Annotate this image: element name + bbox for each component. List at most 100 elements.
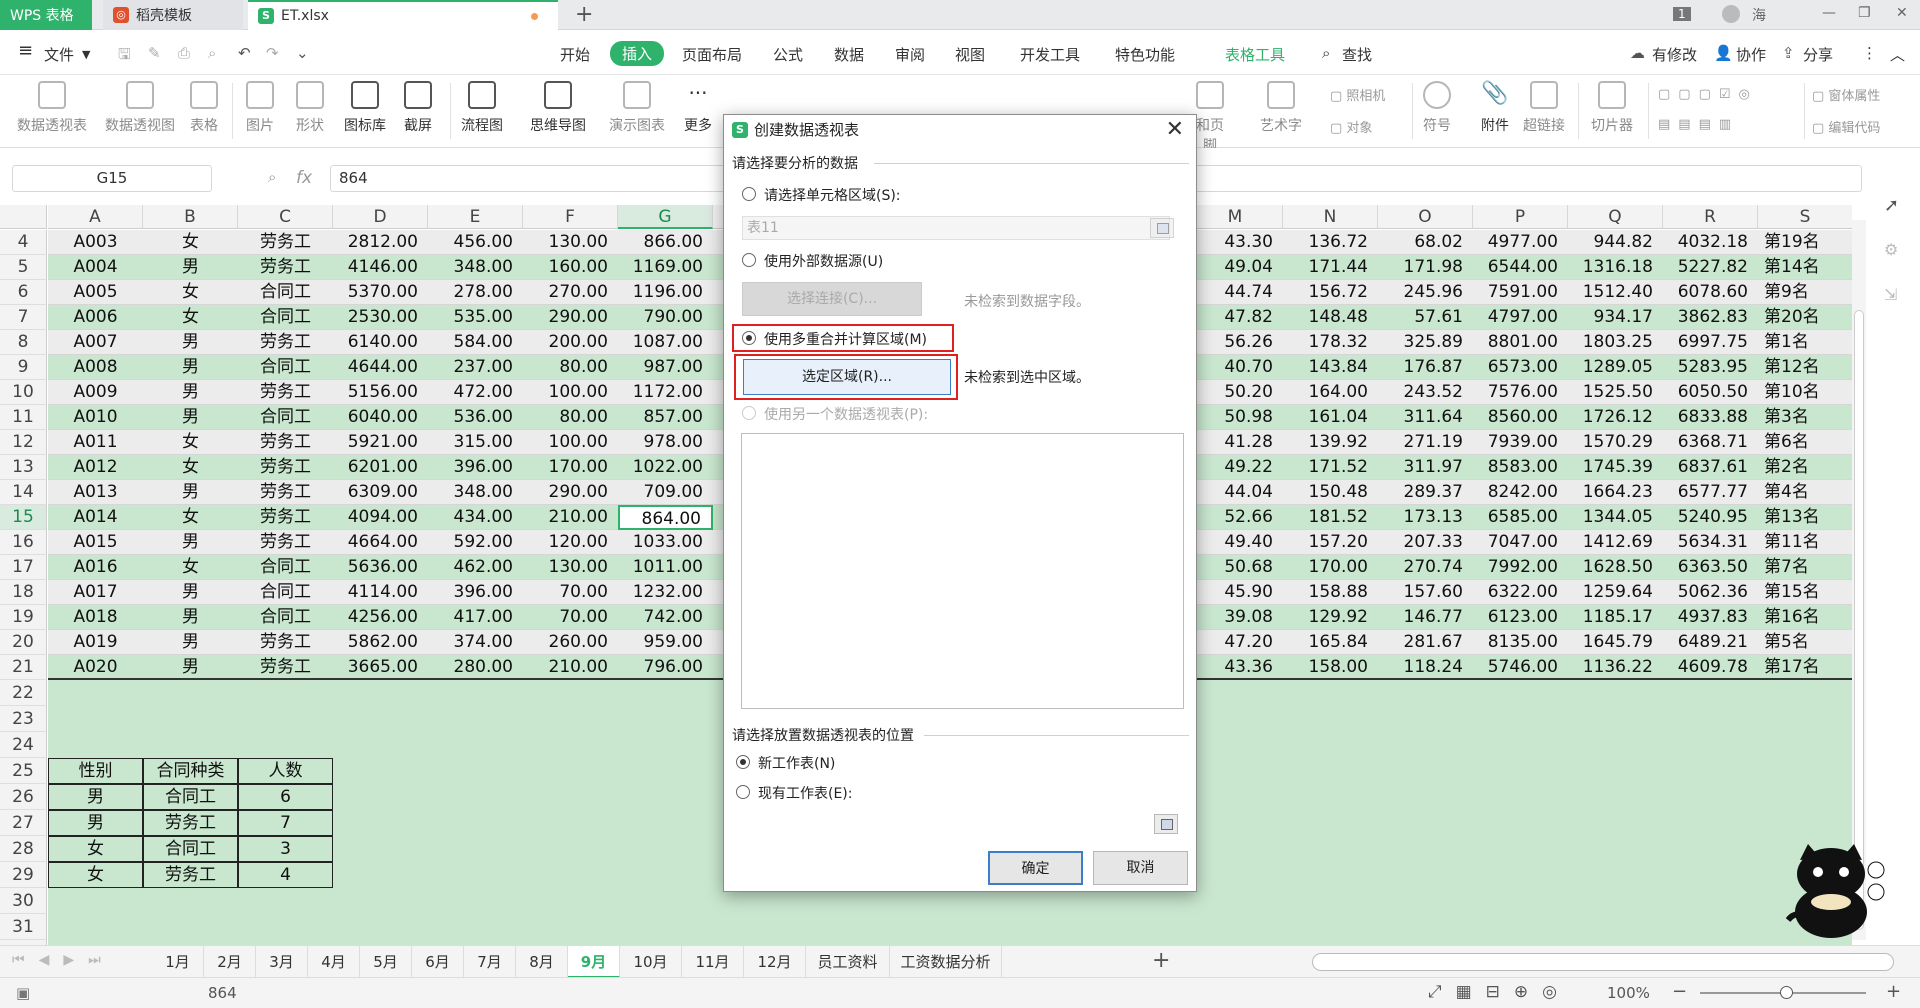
table-cell[interactable]: 合同工 [238, 280, 333, 305]
table-cell[interactable]: 4977.00 [1473, 230, 1568, 255]
table-cell[interactable]: 866.00 [618, 230, 713, 255]
table-cell[interactable]: 280.00 [428, 655, 523, 680]
table-cell[interactable]: 8135.00 [1473, 630, 1568, 655]
table-cell[interactable]: 374.00 [428, 630, 523, 655]
macro-record-icon[interactable]: ▣ [16, 984, 30, 1002]
table-cell[interactable]: 第15名 [1758, 580, 1852, 605]
table-cell[interactable]: 第6名 [1758, 430, 1852, 455]
table-cell[interactable]: 6363.50 [1663, 555, 1758, 580]
table-cell[interactable]: 44.74 [1188, 280, 1283, 305]
table-cell[interactable]: 4644.00 [333, 355, 428, 380]
radio-another-pivot[interactable] [742, 406, 756, 420]
summary-header-cell[interactable]: 人数 [238, 758, 333, 784]
table-cell[interactable]: 4146.00 [333, 255, 428, 280]
table-cell[interactable]: 270.74 [1378, 555, 1473, 580]
table-cell[interactable]: 4094.00 [333, 505, 428, 530]
table-cell[interactable]: 3665.00 [333, 655, 428, 680]
row-header[interactable]: 13 [0, 455, 47, 480]
table-cell[interactable]: 325.89 [1378, 330, 1473, 355]
table-cell[interactable]: 女 [143, 555, 238, 580]
table-cell[interactable]: 第9名 [1758, 280, 1852, 305]
table-cell[interactable]: 129.92 [1283, 605, 1378, 630]
table-cell[interactable]: 劳务工 [238, 655, 333, 680]
column-header-E[interactable]: E [428, 205, 523, 229]
row-header[interactable]: 7 [0, 305, 47, 330]
table-cell[interactable]: 1087.00 [618, 330, 713, 355]
table-cell[interactable]: 4114.00 [333, 580, 428, 605]
table-cell[interactable]: 4609.78 [1663, 655, 1758, 680]
table-cell[interactable]: 男 [143, 330, 238, 355]
table-cell[interactable]: 158.00 [1283, 655, 1378, 680]
column-header-R[interactable]: R [1663, 205, 1758, 229]
table-cell[interactable]: 1196.00 [618, 280, 713, 305]
vertical-scrollbar[interactable] [1852, 220, 1866, 940]
table-cell[interactable]: 5862.00 [333, 630, 428, 655]
table-cell[interactable]: 7992.00 [1473, 555, 1568, 580]
table-cell[interactable]: 5921.00 [333, 430, 428, 455]
row-header[interactable]: 6 [0, 280, 47, 305]
form-controls-row1[interactable]: ▢▢▢☑◎ [1658, 87, 1758, 102]
row-header[interactable]: 19 [0, 605, 47, 630]
sheet-tab[interactable]: 1月 [152, 946, 204, 978]
table-cell[interactable]: 7591.00 [1473, 280, 1568, 305]
table-cell[interactable]: 43.30 [1188, 230, 1283, 255]
row-header[interactable]: 21 [0, 655, 47, 680]
table-cell[interactable]: 第14名 [1758, 255, 1852, 280]
table-cell[interactable]: 959.00 [618, 630, 713, 655]
view-mode-icons[interactable]: ⤢▦⊟⊕◎ [1428, 982, 1571, 1002]
table-cell[interactable]: 5240.95 [1663, 505, 1758, 530]
table-cell[interactable]: 男 [143, 255, 238, 280]
table-cell[interactable]: 57.61 [1378, 305, 1473, 330]
table-cell[interactable]: 5283.95 [1663, 355, 1758, 380]
table-cell[interactable]: 4032.18 [1663, 230, 1758, 255]
zoom-slider[interactable] [1700, 986, 1866, 999]
row-header[interactable]: 17 [0, 555, 47, 580]
select-all-corner[interactable] [0, 205, 47, 229]
table-cell[interactable]: 劳务工 [238, 480, 333, 505]
table-cell[interactable]: 47.82 [1188, 305, 1283, 330]
table-cell[interactable]: A014 [48, 505, 143, 530]
row-header[interactable]: 10 [0, 380, 47, 405]
chevron-down-icon[interactable]: ▼ [82, 48, 90, 61]
table-cell[interactable]: 1512.40 [1568, 280, 1663, 305]
table-cell[interactable]: 8583.00 [1473, 455, 1568, 480]
table-cell[interactable]: 合同工 [238, 405, 333, 430]
table-cell[interactable]: 劳务工 [238, 330, 333, 355]
table-cell[interactable]: A015 [48, 530, 143, 555]
sheet-tab[interactable]: 3月 [256, 946, 308, 978]
row-header[interactable]: 12 [0, 430, 47, 455]
table-cell[interactable]: 47.20 [1188, 630, 1283, 655]
table-cell[interactable]: 50.68 [1188, 555, 1283, 580]
table-cell[interactable]: 第7名 [1758, 555, 1852, 580]
table-cell[interactable]: 39.08 [1188, 605, 1283, 630]
save-icon[interactable]: 🖫 [118, 44, 131, 69]
table-cell[interactable]: A009 [48, 380, 143, 405]
table-cell[interactable]: 1136.22 [1568, 655, 1663, 680]
table-cell[interactable]: A018 [48, 605, 143, 630]
table-cell[interactable]: 80.00 [523, 355, 618, 380]
table-cell[interactable]: 女 [143, 230, 238, 255]
icon-library-button[interactable]: 图标库 [341, 81, 389, 135]
menu-file[interactable]: 文件 [44, 44, 74, 65]
table-cell[interactable]: 6837.61 [1663, 455, 1758, 480]
table-cell[interactable]: A004 [48, 255, 143, 280]
table-cell[interactable]: 6201.00 [333, 455, 428, 480]
table-cell[interactable]: 6309.00 [333, 480, 428, 505]
table-cell[interactable]: 43.36 [1188, 655, 1283, 680]
table-cell[interactable]: 女 [143, 305, 238, 330]
table-cell[interactable]: 合同工 [238, 605, 333, 630]
table-cell[interactable]: 271.19 [1378, 430, 1473, 455]
row-header[interactable]: 11 [0, 405, 47, 430]
more-icon[interactable]: ⋮ [1862, 44, 1877, 62]
table-cell[interactable]: 1169.00 [618, 255, 713, 280]
table-cell[interactable]: 278.00 [428, 280, 523, 305]
undo-icon[interactable]: ↶ [238, 44, 251, 62]
table-cell[interactable]: 劳务工 [238, 505, 333, 530]
table-cell[interactable]: 535.00 [428, 305, 523, 330]
table-cell[interactable]: 396.00 [428, 455, 523, 480]
row-header[interactable]: 18 [0, 580, 47, 605]
table-cell[interactable]: 290.00 [523, 305, 618, 330]
table-cell[interactable]: 男 [143, 405, 238, 430]
menu-view[interactable]: 视图 [955, 44, 985, 65]
table-cell[interactable]: 70.00 [523, 580, 618, 605]
